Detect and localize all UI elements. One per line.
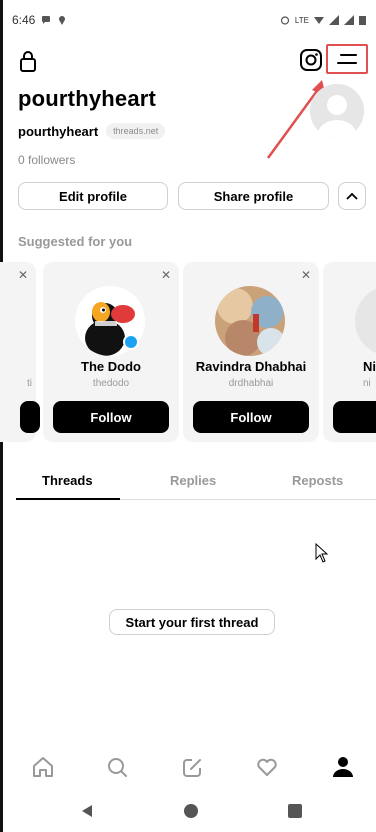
suggestion-username: ni <box>363 378 371 389</box>
suggestion-card-partial-right: Ni ni F <box>323 262 376 442</box>
start-first-thread-button[interactable]: Start your first thread <box>109 609 275 635</box>
suggestion-card: ✕ The Dodo thedodo Follow <box>43 262 179 442</box>
menu-icon <box>337 54 357 64</box>
bottom-nav <box>18 754 368 782</box>
edit-profile-button[interactable]: Edit profile <box>18 182 168 210</box>
suggestion-card-partial-left: ✕ ti <box>0 262 40 442</box>
chevron-up-icon <box>346 192 358 200</box>
mouse-cursor-icon <box>315 543 329 563</box>
dismiss-icon[interactable]: ✕ <box>161 268 171 282</box>
verified-badge-icon <box>123 334 139 350</box>
suggestion-username: thedodo <box>92 378 130 389</box>
search-icon[interactable] <box>104 754 130 780</box>
collapse-suggestions-button[interactable] <box>338 182 366 210</box>
message-icon <box>42 16 51 24</box>
network-label: LTE <box>294 15 309 25</box>
handle: pourthyheart <box>18 123 99 139</box>
suggestion-avatar[interactable] <box>355 286 376 356</box>
follow-button[interactable]: Follow <box>193 401 309 433</box>
follow-button[interactable]: F <box>333 401 376 433</box>
recents-icon[interactable] <box>288 804 302 818</box>
battery-icon <box>359 16 366 25</box>
painting-avatar-icon <box>215 286 285 356</box>
home-icon[interactable] <box>30 754 56 780</box>
default-avatar-icon <box>310 84 364 138</box>
avatar[interactable] <box>310 84 364 138</box>
menu-button[interactable] <box>326 44 368 74</box>
signal-icon-2 <box>344 15 354 25</box>
alarm-icon <box>280 16 290 25</box>
suggestion-name[interactable]: Ni <box>363 359 376 374</box>
suggestion-name[interactable]: The Dodo <box>43 359 179 374</box>
profile-tabs: Threads Replies Reposts <box>16 466 376 500</box>
followers-count[interactable]: 0 followers <box>18 153 364 167</box>
suggestion-username: drdhabhai <box>228 378 274 389</box>
profile-header: pourthyheart pourthyheart threads.net 0 … <box>18 84 364 167</box>
instagram-icon[interactable] <box>299 48 323 72</box>
suggestion-name[interactable]: Ravindra Dhabhai <box>183 359 319 374</box>
domain-chip[interactable]: threads.net <box>106 123 166 139</box>
home-button-icon[interactable] <box>184 804 198 818</box>
suggestion-avatar[interactable] <box>215 286 285 356</box>
dismiss-icon[interactable]: ✕ <box>18 268 28 282</box>
profile-actions: Edit profile Share profile <box>18 182 366 210</box>
suggested-carousel[interactable]: ✕ ti ✕ The Dodo thedodo Follow ✕ Ravindr… <box>0 262 376 442</box>
wifi-icon <box>314 17 324 24</box>
location-icon <box>59 16 66 25</box>
follow-button[interactable]: Follow <box>53 401 169 433</box>
heart-icon[interactable] <box>254 754 280 780</box>
lock-icon[interactable] <box>18 50 38 72</box>
top-bar <box>18 44 368 78</box>
back-icon[interactable] <box>80 804 94 818</box>
follow-button[interactable] <box>20 401 40 433</box>
tab-threads[interactable]: Threads <box>42 473 93 488</box>
tab-replies[interactable]: Replies <box>170 473 216 488</box>
system-nav <box>0 800 376 824</box>
dismiss-icon[interactable]: ✕ <box>301 268 311 282</box>
status-bar: 6:46 LTE <box>12 10 366 30</box>
share-profile-button[interactable]: Share profile <box>178 182 329 210</box>
active-tab-indicator <box>16 498 120 500</box>
suggested-title: Suggested for you <box>18 234 133 249</box>
profile-icon[interactable] <box>330 754 356 780</box>
tab-reposts[interactable]: Reposts <box>292 473 343 488</box>
suggestion-card: ✕ Ravindra Dhabhai drdhabhai Follow <box>183 262 319 442</box>
suggestion-username: ti <box>27 378 32 389</box>
signal-icon <box>329 15 339 25</box>
compose-icon[interactable] <box>180 754 206 780</box>
status-time: 6:46 <box>12 13 36 27</box>
